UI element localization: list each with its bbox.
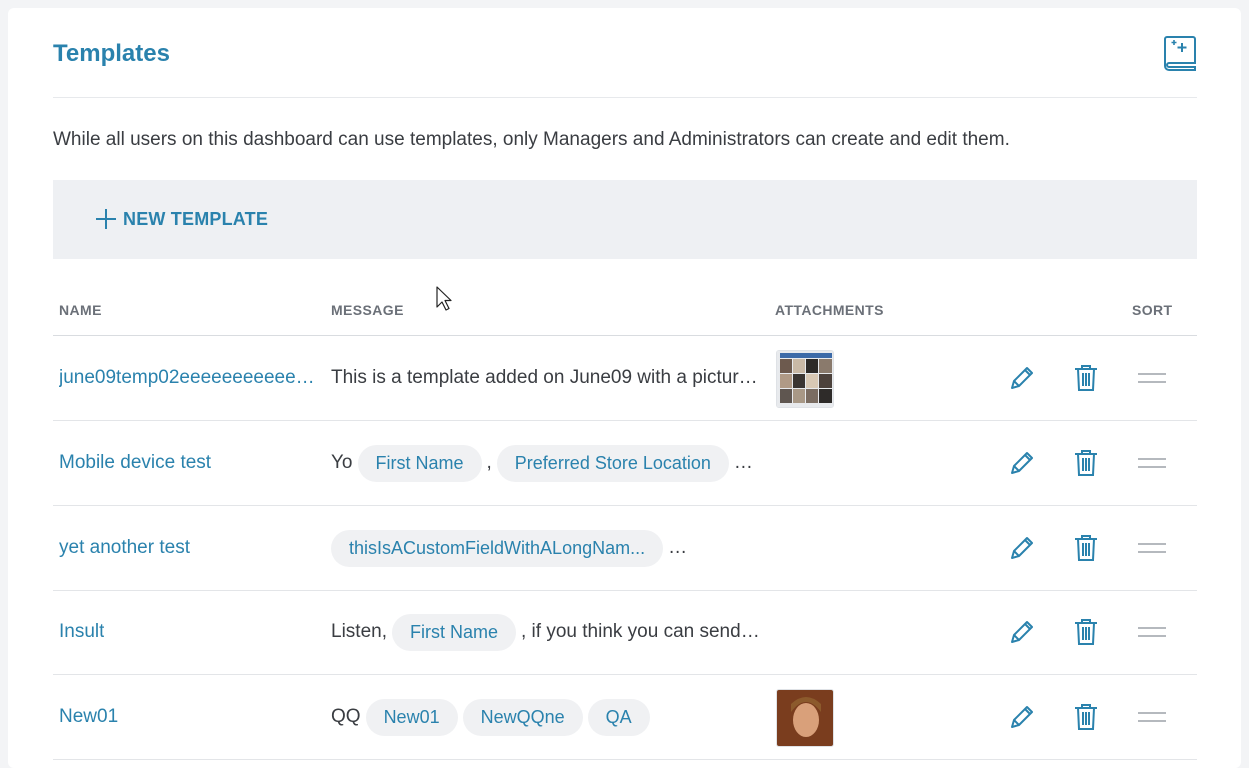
- template-name-link[interactable]: yet another test: [59, 506, 321, 590]
- drag-handle-icon: [1138, 373, 1166, 383]
- drag-handle[interactable]: [1138, 675, 1166, 759]
- delete-button[interactable]: [1073, 506, 1099, 590]
- merge-field-chip: QA: [587, 698, 650, 736]
- trash-icon: [1075, 535, 1097, 561]
- merge-field-chip: First Name: [357, 444, 482, 482]
- template-name-link[interactable]: Insult: [59, 590, 321, 674]
- new-template-label: NEW TEMPLATE: [123, 208, 269, 229]
- pencil-icon: [1011, 367, 1033, 389]
- message-text: This is a template added on June09 with …: [331, 367, 758, 388]
- table-row: Mobile device test Yo First Name , Prefe…: [53, 421, 1197, 506]
- column-header-name[interactable]: NAME: [59, 302, 102, 318]
- column-header-sort: SORT: [1132, 302, 1173, 318]
- message-text: QQ: [331, 706, 361, 727]
- template-message: Listen, First Name , if you think you ca…: [331, 590, 760, 674]
- edit-button[interactable]: [1008, 336, 1036, 420]
- template-message: Yo First Name , Preferred Store Location…: [331, 421, 753, 505]
- template-name-link[interactable]: june09temp02eeeeeeeeeeeeeeee: [59, 336, 321, 420]
- trash-icon: [1075, 619, 1097, 645]
- drag-handle[interactable]: [1138, 506, 1166, 590]
- table-row: june09temp02eeeeeeeeeeeeeeee This is a t…: [53, 336, 1197, 421]
- attachment-thumbnail[interactable]: [776, 350, 834, 408]
- delete-button[interactable]: [1073, 590, 1099, 674]
- drag-handle-icon: [1138, 543, 1166, 553]
- add-template-icon[interactable]: [1164, 34, 1198, 72]
- drag-handle[interactable]: [1138, 421, 1166, 505]
- page-title: Templates: [53, 40, 170, 67]
- drag-handle[interactable]: [1138, 336, 1166, 420]
- pencil-icon: [1011, 452, 1033, 474]
- attachment-thumbnail[interactable]: [776, 689, 834, 747]
- drag-handle-icon: [1138, 627, 1166, 637]
- template-name-link[interactable]: New01: [59, 675, 321, 759]
- merge-field-chip: Preferred Store Location: [496, 444, 729, 482]
- message-text: , if you think you can send…: [521, 621, 760, 642]
- templates-card: Templates While all users on this dashbo…: [8, 8, 1241, 768]
- edit-button[interactable]: [1008, 675, 1036, 759]
- template-message: thisIsACustomFieldWithALongNam... …: [331, 506, 687, 590]
- table-row: yet another test thisIsACustomFieldWithA…: [53, 506, 1197, 591]
- drag-handle-icon: [1138, 458, 1166, 468]
- template-message: QQ New01 NewQQne QA: [331, 675, 650, 759]
- drag-handle[interactable]: [1138, 590, 1166, 674]
- merge-field-chip: New01: [365, 698, 458, 736]
- edit-button[interactable]: [1008, 590, 1036, 674]
- column-header-attachments: ATTACHMENTS: [775, 302, 884, 318]
- table-row: Insult Listen, First Name , if you think…: [53, 590, 1197, 675]
- message-text: Listen,: [331, 621, 387, 642]
- template-name-link[interactable]: Mobile device test: [59, 421, 321, 505]
- delete-button[interactable]: [1073, 421, 1099, 505]
- pencil-icon: [1011, 706, 1033, 728]
- message-text: Yo: [331, 452, 353, 473]
- delete-button[interactable]: [1073, 675, 1099, 759]
- mouse-cursor-icon: [436, 286, 452, 311]
- column-header-message: MESSAGE: [331, 302, 404, 318]
- merge-field-chip: First Name: [391, 613, 516, 651]
- message-text: …: [668, 537, 688, 558]
- message-text: ,: [486, 452, 492, 473]
- title-divider: [53, 97, 1197, 98]
- edit-button[interactable]: [1008, 421, 1036, 505]
- toolbar: NEW TEMPLATE: [53, 180, 1197, 259]
- pencil-icon: [1011, 621, 1033, 643]
- template-message: This is a template added on June09 with …: [331, 336, 758, 420]
- pencil-icon: [1011, 537, 1033, 559]
- table-row: New01 QQ New01 NewQQne QA: [53, 675, 1197, 760]
- plus-icon: [96, 209, 116, 229]
- trash-icon: [1075, 704, 1097, 730]
- message-text: …: [733, 452, 753, 473]
- drag-handle-icon: [1138, 712, 1166, 722]
- delete-button[interactable]: [1073, 336, 1099, 420]
- page-description: While all users on this dashboard can us…: [53, 129, 1010, 150]
- merge-field-chip: thisIsACustomFieldWithALongNam...: [331, 529, 664, 567]
- new-template-button[interactable]: NEW TEMPLATE: [95, 208, 268, 230]
- merge-field-chip: NewQQne: [462, 698, 583, 736]
- trash-icon: [1075, 365, 1097, 391]
- edit-button[interactable]: [1008, 506, 1036, 590]
- trash-icon: [1075, 450, 1097, 476]
